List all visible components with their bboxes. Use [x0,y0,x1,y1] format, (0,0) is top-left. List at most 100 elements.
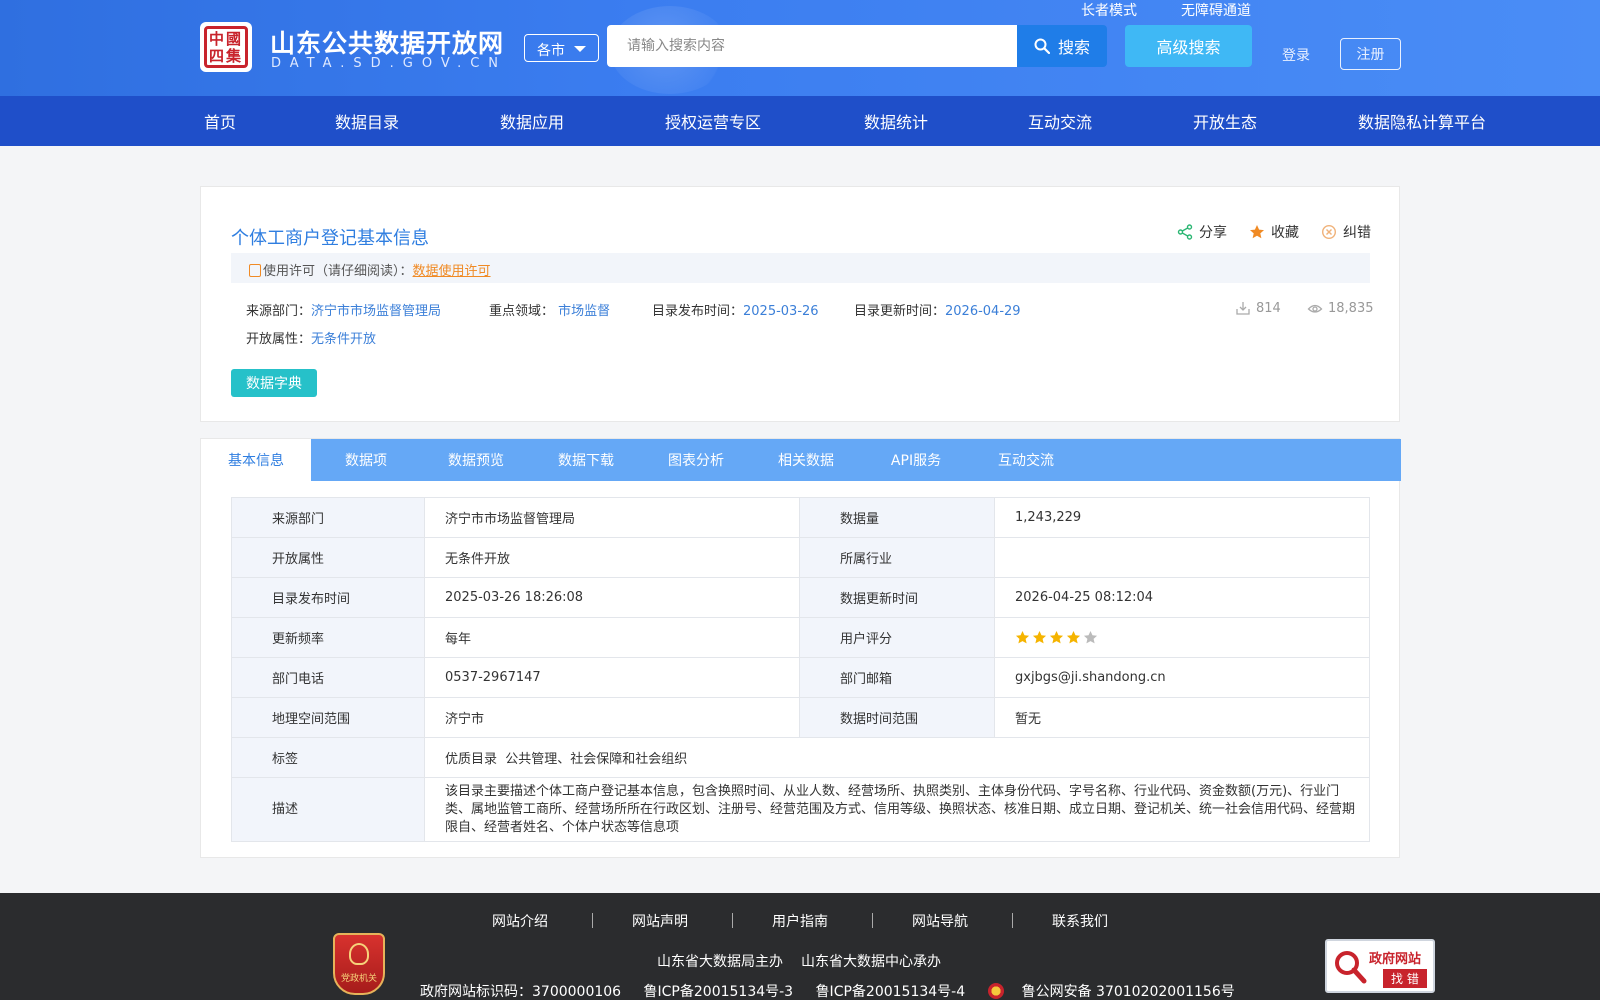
table-label: 地理空间范围 [231,697,425,738]
table-value: 2026-04-25 08:12:04 [994,577,1370,618]
table-label: 数据更新时间 [799,577,995,618]
favorite-button[interactable]: 收藏 [1249,222,1299,242]
gov-badge-title: 政府网站 [1369,952,1422,967]
star-filled-icon[interactable] [1049,630,1064,645]
share-button[interactable]: 分享 [1177,222,1227,242]
dataset-title: 个体工商户登记基本信息 [231,228,429,249]
tab-data-download[interactable]: 数据下载 [531,439,641,481]
advanced-search-button[interactable]: 高级搜索 [1125,25,1252,67]
table-value: 无条件开放 [424,537,800,578]
meta-publish-label: 目录发布时间： [652,304,744,319]
meta-publish-value: 2025-03-26 [743,304,819,319]
footer-link-about[interactable]: 网站介绍 [492,911,548,931]
meta-update-value: 2026-04-29 [945,304,1021,319]
license-bar: 使用许可（请仔细阅读）：数据使用许可 [231,253,1370,283]
nav-item-interaction[interactable]: 互动交流 [1028,109,1092,133]
meta-source-label: 来源部门： [246,304,312,319]
nav-item-ecosystem[interactable]: 开放生态 [1193,109,1257,133]
nav-item-authorized-ops[interactable]: 授权运营专区 [665,109,761,133]
login-link[interactable]: 登录 [1282,45,1310,65]
dataset-detail-card: 基本信息 数据项 数据预览 数据下载 图表分析 相关数据 API服务 互动交流 … [200,438,1401,858]
footer-organizer-text: 山东省大数据中心承办 [801,954,941,970]
city-select-label: 各市 [537,43,565,59]
tab-chart-analysis[interactable]: 图表分析 [641,439,751,481]
meta-domain: 重点领域： 市场监督 [489,300,610,319]
footer-link-guide[interactable]: 用户指南 [772,911,828,931]
meta-publish: 目录发布时间：2025-03-26 [652,300,819,319]
license-link[interactable]: 数据使用许可 [413,264,491,279]
table-value: 优质目录 公共管理、社会保障和社会组织 [424,737,1370,778]
tab-api-service[interactable]: API服务 [861,439,971,481]
meta-open-value: 无条件开放 [311,332,377,347]
user-rating[interactable] [1015,630,1349,645]
table-value: gxjbgs@ji.shandong.cn [994,657,1370,698]
nav-item-privacy-computing[interactable]: 数据隐私计算平台 [1358,109,1486,133]
search-input[interactable] [607,25,1018,67]
view-count: 18,835 [1307,300,1374,316]
table-label: 标签 [231,737,425,778]
table-value [994,617,1370,658]
meta-update-label: 目录更新时间： [854,304,946,319]
meta-open: 开放属性：无条件开放 [246,328,376,347]
city-select[interactable]: 各市 [524,34,599,62]
star-filled-icon[interactable] [1066,630,1081,645]
footer-link-contact[interactable]: 联系我们 [1052,911,1108,931]
nav-item-statistics[interactable]: 数据统计 [864,109,928,133]
footer-divider [592,913,593,928]
table-value: 2025-03-26 18:26:08 [424,577,800,618]
table-row: 来源部门 济宁市市场监督管理局 数据量 1,243,229 [231,497,1370,538]
nav-item-home[interactable]: 首页 [204,109,236,133]
party-government-badge[interactable]: 党政机关 [333,933,385,995]
site-footer: 党政机关 网站介绍 网站声明 用户指南 网站导航 联系我们 山东省大数据局主办 山… [0,893,1600,1000]
report-error-button[interactable]: 纠错 [1321,222,1371,242]
star-filled-icon[interactable] [1032,630,1047,645]
table-value: 1,243,229 [994,497,1370,538]
star-icon [1250,225,1264,239]
eye-icon [1307,304,1323,313]
tab-data-items[interactable]: 数据项 [311,439,421,481]
meta-source-value[interactable]: 济宁市市场监督管理局 [311,304,441,319]
table-value: 0537-2967147 [424,657,800,698]
star-filled-icon[interactable] [1015,630,1030,645]
nav-item-apps[interactable]: 数据应用 [500,109,564,133]
report-label: 纠错 [1343,225,1371,241]
table-label: 部门电话 [231,657,425,698]
footer-host-text: 山东省大数据局主办 [657,954,783,970]
footer-divider [1012,913,1013,928]
footer-icp-2[interactable]: 鲁ICP备20015134号-4 [816,984,966,1000]
site-header: 中國四集 山东公共数据开放网 DATA.SD.GOV.CN 各市 搜索 高级搜索… [0,0,1600,96]
data-dictionary-button[interactable]: 数据字典 [231,369,317,397]
footer-icp-1[interactable]: 鲁ICP备20015134号-3 [644,984,794,1000]
meta-domain-label: 重点领域： [489,304,555,319]
nav-item-catalog[interactable]: 数据目录 [335,109,399,133]
table-row: 部门电话 0537-2967147 部门邮箱 gxjbgs@ji.shandon… [231,657,1370,698]
emblem-icon [349,943,369,965]
table-label: 开放属性 [231,537,425,578]
table-row: 地理空间范围 济宁市 数据时间范围 暂无 [231,697,1370,738]
star-empty-icon[interactable] [1083,630,1098,645]
footer-registration: 政府网站标识码：3700000106 鲁ICP备20015134号-3 鲁ICP… [420,981,1253,1000]
tab-basic-info[interactable]: 基本信息 [201,439,311,481]
detail-tabs: 基本信息 数据项 数据预览 数据下载 图表分析 相关数据 API服务 互动交流 [201,439,1401,481]
view-count-value: 18,835 [1328,300,1374,316]
accessibility-link[interactable]: 无障碍通道 [1181,0,1251,20]
table-value: 济宁市 [424,697,800,738]
download-count-value: 814 [1256,300,1281,316]
footer-link-sitemap[interactable]: 网站导航 [912,911,968,931]
site-title[interactable]: 山东公共数据开放网 [270,24,504,60]
tab-data-preview[interactable]: 数据预览 [421,439,531,481]
bookmark-icon [249,264,261,277]
meta-domain-value[interactable]: 市场监督 [558,304,610,319]
elder-mode-link[interactable]: 长者模式 [1081,0,1137,20]
gov-site-report-badge[interactable]: 政府网站 找 错 [1325,939,1435,993]
register-button[interactable]: 注册 [1340,38,1401,70]
footer-police-record[interactable]: 鲁公网安备 37010202001156号 [1022,984,1235,1000]
magnifier-icon [1335,951,1367,984]
footer-link-statement[interactable]: 网站声明 [632,911,688,931]
tab-interaction[interactable]: 互动交流 [971,439,1081,481]
tab-related-data[interactable]: 相关数据 [751,439,861,481]
site-logo[interactable]: 中國 四集 [200,22,252,72]
search-button[interactable]: 搜索 [1017,25,1107,67]
table-value: 暂无 [994,697,1370,738]
table-value: 每年 [424,617,800,658]
